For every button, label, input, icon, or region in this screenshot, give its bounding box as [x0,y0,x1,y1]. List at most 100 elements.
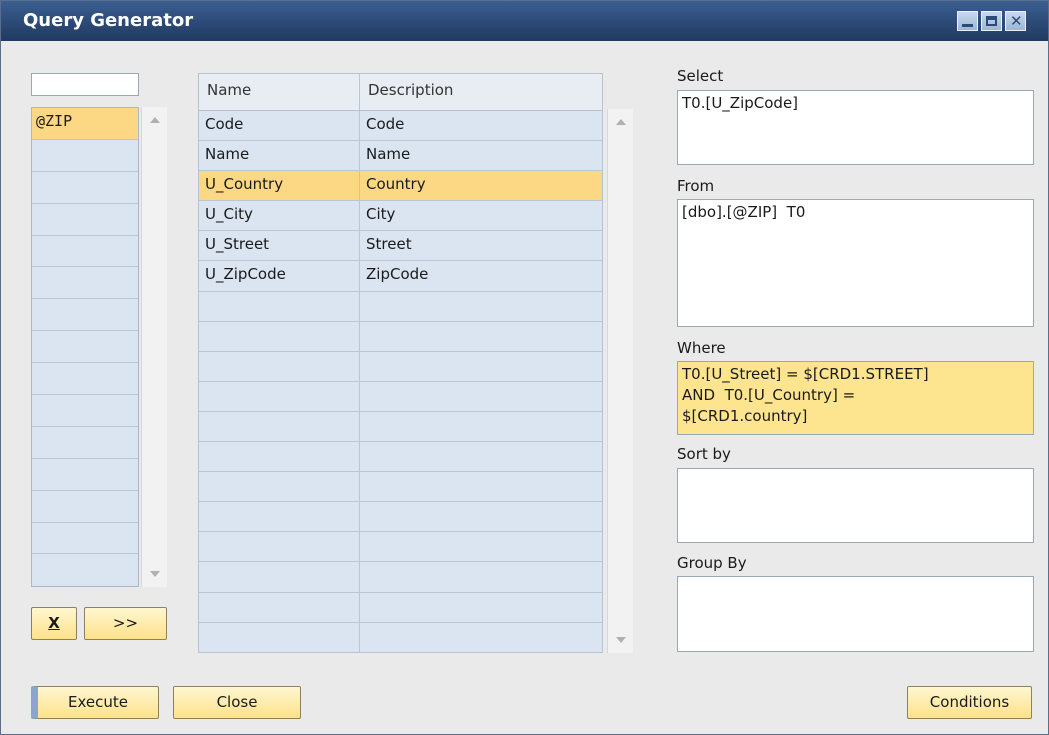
table-row-empty[interactable] [199,442,602,473]
table-list-empty-row[interactable] [32,267,138,300]
table-row-empty[interactable] [199,291,602,322]
minimize-button[interactable] [957,11,978,31]
empty-cell [360,292,602,321]
sort-by-label: Sort by [677,445,731,463]
table-list-empty-row[interactable] [32,172,138,204]
conditions-button[interactable]: Conditions [907,686,1032,719]
group-by-label: Group By [677,554,747,572]
close-button[interactable]: Close [173,686,301,719]
minimize-icon [962,24,973,27]
empty-cell [199,442,360,472]
empty-cell [199,502,360,532]
title-bar[interactable]: Query Generator ✕ [1,1,1048,41]
maximize-button[interactable] [981,11,1002,31]
field-name-cell: Code [199,111,360,141]
field-name-cell: U_ZipCode [199,261,360,291]
table-row[interactable]: U_City City [199,201,602,232]
field-grid-scrollbar[interactable] [607,109,633,653]
table-row[interactable]: Name Name [199,141,602,172]
empty-cell [360,382,602,411]
table-row[interactable]: U_Street Street [199,231,602,262]
table-row[interactable]: U_ZipCode ZipCode [199,261,602,292]
from-textarea[interactable]: [dbo].[@ZIP] T0 [677,199,1034,327]
empty-cell [360,322,602,351]
empty-cell [360,562,602,591]
empty-cell [199,592,360,622]
table-list-scrollbar[interactable] [141,107,167,587]
select-label: Select [677,67,724,85]
table-list[interactable]: @ZIP [31,107,139,587]
group-by-textarea[interactable] [677,576,1034,652]
table-list-empty-row[interactable] [32,140,138,172]
table-list-empty-row[interactable] [32,204,138,236]
empty-cell [199,532,360,562]
scroll-down-icon[interactable] [150,571,160,577]
query-generator-window: Query Generator ✕ @ZIP X >> Name Descrip… [0,0,1049,735]
select-textarea[interactable]: T0.[U_ZipCode] [677,90,1034,165]
empty-cell [360,502,602,531]
table-row-empty[interactable] [199,411,602,443]
empty-cell [360,352,602,381]
table-row-empty[interactable] [199,321,602,352]
table-list-empty-row[interactable] [32,363,138,396]
table-row-empty[interactable] [199,532,602,563]
table-list-empty-row[interactable] [32,491,138,523]
field-description-cell: Name [366,145,411,164]
table-row-selected[interactable]: U_Country Country [199,171,602,202]
table-row[interactable]: Code Code [199,111,602,142]
empty-cell [199,381,360,411]
scroll-up-icon[interactable] [616,119,626,125]
empty-cell [199,622,360,653]
table-list-empty-row[interactable] [32,299,138,332]
field-name-cell: Name [199,141,360,171]
field-description-cell: Street [366,235,412,254]
field-description-cell: Country [366,175,426,194]
table-filter-input[interactable] [31,73,139,96]
scroll-down-icon[interactable] [616,637,626,643]
table-row-empty[interactable] [199,381,602,412]
maximize-icon [986,16,997,26]
table-list-empty-row[interactable] [32,331,138,364]
scroll-up-icon[interactable] [150,117,160,123]
empty-cell [360,442,602,471]
table-row-empty[interactable] [199,592,602,623]
field-name-cell: U_Street [199,231,360,261]
table-list-empty-row[interactable] [32,427,138,459]
table-list-empty-row[interactable] [32,459,138,491]
where-textarea[interactable]: T0.[U_Street] = $[CRD1.STREET] AND T0.[U… [677,361,1034,435]
execute-button[interactable]: Execute [31,686,159,719]
add-button[interactable]: >> [84,607,167,640]
where-label: Where [677,339,726,357]
close-icon: ✕ [1010,12,1023,30]
table-list-empty-row[interactable] [32,523,138,555]
empty-cell [360,412,602,441]
field-description-cell: City [366,205,396,224]
column-header-name[interactable]: Name [199,74,360,110]
empty-cell [360,593,602,622]
remove-button[interactable]: X [31,607,77,640]
table-row-empty[interactable] [199,562,602,593]
window-title: Query Generator [23,10,194,31]
table-list-item[interactable]: @ZIP [32,108,138,140]
field-name-cell: U_City [199,201,360,231]
table-row-empty[interactable] [199,502,602,533]
empty-cell [360,532,602,561]
field-description-cell: Code [366,115,405,133]
empty-cell [199,472,360,502]
empty-cell [199,321,360,351]
table-list-empty-row[interactable] [32,236,138,268]
empty-cell [199,562,360,592]
column-header-description[interactable]: Description [360,74,602,110]
close-window-button[interactable]: ✕ [1005,11,1026,31]
field-grid[interactable]: Name Description Code Code Name Name U_C… [198,73,603,653]
table-list-empty-row[interactable] [32,395,138,427]
empty-cell [360,472,602,501]
sort-by-textarea[interactable] [677,468,1034,543]
table-row-empty[interactable] [199,622,602,653]
table-row-empty[interactable] [199,472,602,503]
field-grid-header: Name Description [199,74,602,111]
empty-cell [360,623,602,653]
empty-cell [199,351,360,381]
table-list-empty-row[interactable] [32,554,138,586]
table-row-empty[interactable] [199,351,602,382]
